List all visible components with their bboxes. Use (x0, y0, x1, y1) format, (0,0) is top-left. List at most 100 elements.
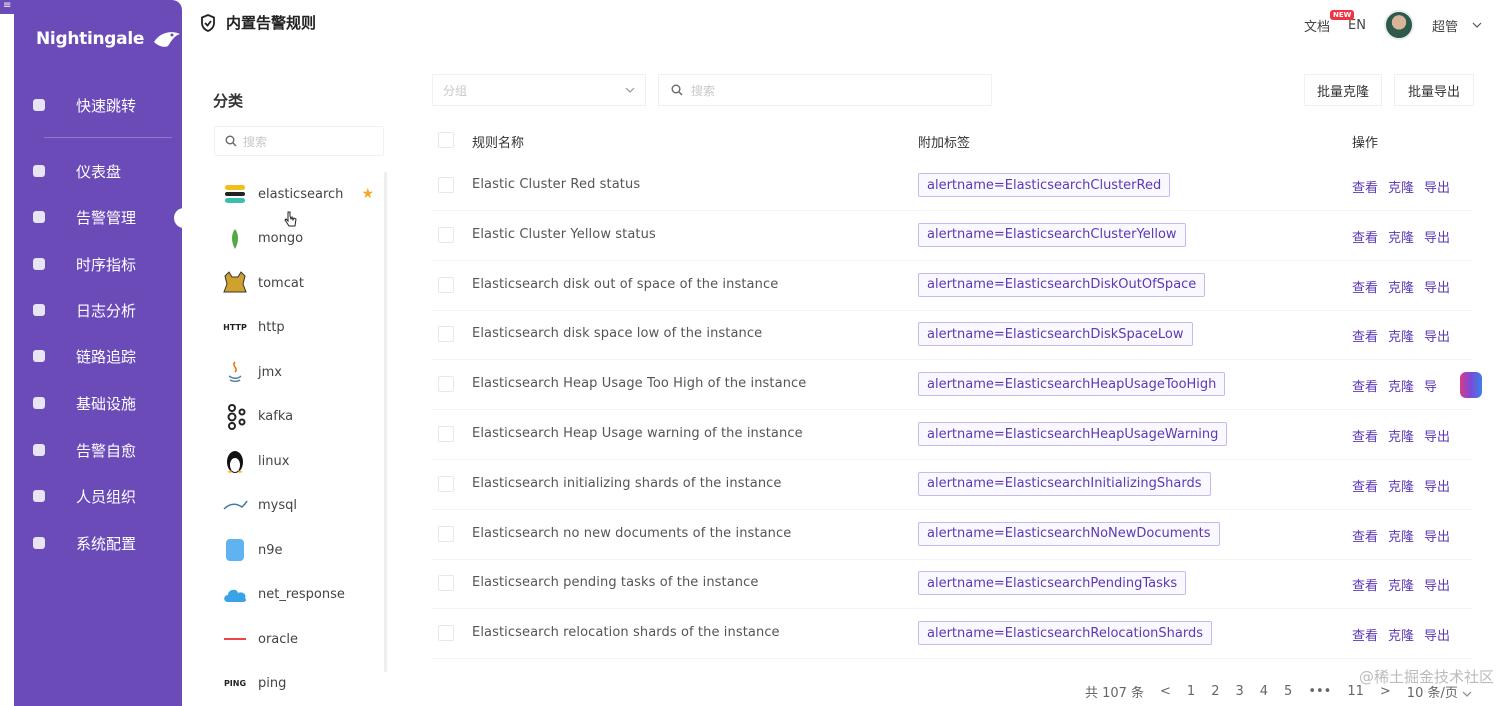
sidebar-item[interactable]: 日志分析 (14, 294, 182, 326)
sidebar-item[interactable]: 告警管理 (14, 201, 182, 233)
sidebar-item[interactable]: 快速跳转 (14, 89, 182, 121)
clone-link[interactable]: 克隆 (1388, 476, 1414, 495)
clone-link[interactable]: 克隆 (1388, 376, 1414, 395)
sidebar-item[interactable]: 系统配置 (14, 527, 182, 559)
row-checkbox[interactable] (438, 426, 454, 442)
sidebar-item[interactable]: 链路追踪 (14, 340, 182, 372)
pagination-page[interactable]: 4 (1260, 684, 1268, 699)
export-link[interactable]: 导出 (1424, 277, 1450, 296)
row-checkbox[interactable] (438, 625, 454, 642)
view-link[interactable]: 查看 (1352, 476, 1378, 495)
category-item[interactable]: tomcat (214, 261, 386, 306)
sidebar-item[interactable]: 告警自愈 (14, 434, 182, 466)
export-link[interactable]: 导出 (1424, 625, 1450, 644)
select-all-checkbox[interactable] (438, 132, 454, 148)
sidebar-item[interactable]: 仪表盘 (14, 155, 182, 187)
export-link[interactable]: 导出 (1424, 326, 1450, 345)
row-checkbox[interactable] (438, 575, 454, 592)
category-search-input[interactable]: 搜索 (214, 126, 384, 156)
export-link[interactable]: 导出 (1424, 177, 1450, 196)
export-link[interactable]: 导出 (1424, 575, 1450, 594)
view-link[interactable]: 查看 (1352, 326, 1378, 345)
category-item[interactable]: linux (214, 439, 386, 484)
pagination-page[interactable]: 5 (1284, 684, 1292, 699)
row-checkbox[interactable] (438, 525, 454, 542)
category-item[interactable]: mongo (214, 217, 386, 262)
export-link[interactable]: 导 (1424, 376, 1437, 395)
row-checkbox[interactable] (438, 326, 454, 343)
clone-link[interactable]: 克隆 (1388, 326, 1414, 345)
category-item[interactable]: oracle (214, 617, 386, 662)
sidebar-item[interactable]: 人员组织 (14, 480, 182, 512)
view-link[interactable]: 查看 (1352, 376, 1378, 395)
category-item-label: kafka (258, 409, 294, 425)
category-item-label: oracle (258, 631, 299, 647)
rule-name: Elasticsearch no new documents of the in… (472, 525, 792, 541)
category-item[interactable]: mysql (214, 484, 386, 529)
rule-tag: alertname=ElasticsearchPendingTasks (918, 571, 1187, 596)
batch-clone-button[interactable]: 批量克隆 (1304, 74, 1382, 106)
floating-assistant-icon[interactable] (1460, 372, 1482, 398)
category-item[interactable]: HTTP http (214, 306, 386, 351)
user-icon (32, 489, 46, 503)
view-link[interactable]: 查看 (1352, 177, 1378, 196)
row-checkbox[interactable] (438, 226, 454, 243)
docs-link[interactable]: 文档 NEW (1304, 9, 1355, 35)
view-link[interactable]: 查看 (1352, 426, 1378, 445)
clone-link[interactable]: 克隆 (1388, 177, 1414, 196)
row-actions: 查看 克隆 导出 (1352, 326, 1450, 345)
pagination-ellipsis[interactable]: ••• (1308, 684, 1331, 699)
category-item[interactable]: net_response (214, 573, 386, 618)
pagination-page[interactable]: 2 (1211, 684, 1219, 699)
export-link[interactable]: 导出 (1424, 426, 1450, 445)
user-menu[interactable]: 超管 (1432, 16, 1482, 35)
view-link[interactable]: 查看 (1352, 575, 1378, 594)
sidebar-item-label: 日志分析 (76, 301, 137, 320)
category-title: 分类 (213, 92, 244, 110)
group-select[interactable]: 分组 (432, 74, 646, 106)
app-logo[interactable]: Nightingale (36, 28, 182, 50)
view-link[interactable]: 查看 (1352, 526, 1378, 545)
view-link[interactable]: 查看 (1352, 625, 1378, 644)
category-search-placeholder: 搜索 (243, 134, 268, 149)
sidebar-item-label: 系统配置 (76, 534, 137, 553)
category-scrollbar[interactable] (384, 172, 387, 672)
rule-tag: alertname=ElasticsearchHeapUsageWarning (918, 422, 1228, 446)
export-link[interactable]: 导出 (1424, 227, 1450, 246)
clone-link[interactable]: 克隆 (1388, 625, 1414, 644)
category-item[interactable]: kafka (214, 395, 386, 440)
row-checkbox[interactable] (438, 475, 454, 492)
export-link[interactable]: 导出 (1424, 526, 1450, 545)
view-link[interactable]: 查看 (1352, 227, 1378, 246)
pagination-prev-button[interactable]: < (1160, 684, 1171, 699)
category-item[interactable]: elasticsearch ★ (214, 172, 386, 217)
clone-link[interactable]: 克隆 (1388, 426, 1414, 445)
batch-export-button[interactable]: 批量导出 (1394, 74, 1474, 106)
pagination-page[interactable]: 3 (1235, 684, 1243, 699)
category-item[interactable]: jmx (214, 350, 386, 395)
export-link[interactable]: 导出 (1424, 476, 1450, 495)
category-item[interactable]: n9e (214, 528, 386, 573)
column-operations: 操作 (1352, 136, 1379, 151)
pagination-page[interactable]: 1 (1187, 684, 1195, 699)
row-checkbox[interactable] (438, 177, 454, 193)
row-checkbox[interactable] (438, 276, 454, 293)
sidebar-item[interactable]: 时序指标 (14, 248, 182, 280)
language-switch[interactable]: EN (1348, 18, 1366, 33)
rule-tag: alertname=ElasticsearchClusterRed (918, 173, 1171, 197)
clone-link[interactable]: 克隆 (1388, 227, 1414, 246)
clone-link[interactable]: 克隆 (1388, 277, 1414, 296)
row-checkbox[interactable] (438, 376, 454, 393)
avatar[interactable] (1383, 10, 1414, 40)
sidebar-item[interactable]: 基础设施 (14, 387, 182, 419)
star-icon[interactable]: ★ (361, 186, 374, 202)
rule-name: Elastic Cluster Red status (472, 177, 641, 192)
clone-link[interactable]: 克隆 (1388, 526, 1414, 545)
rule-search-input[interactable]: 搜索 (658, 74, 992, 106)
category-item[interactable]: PING ping (214, 662, 386, 706)
view-link[interactable]: 查看 (1352, 277, 1378, 296)
rule-name: Elastic Cluster Yellow status (472, 226, 656, 242)
mouse-cursor-icon (284, 211, 297, 227)
clone-link[interactable]: 克隆 (1388, 575, 1414, 594)
oracle-icon (222, 626, 248, 652)
